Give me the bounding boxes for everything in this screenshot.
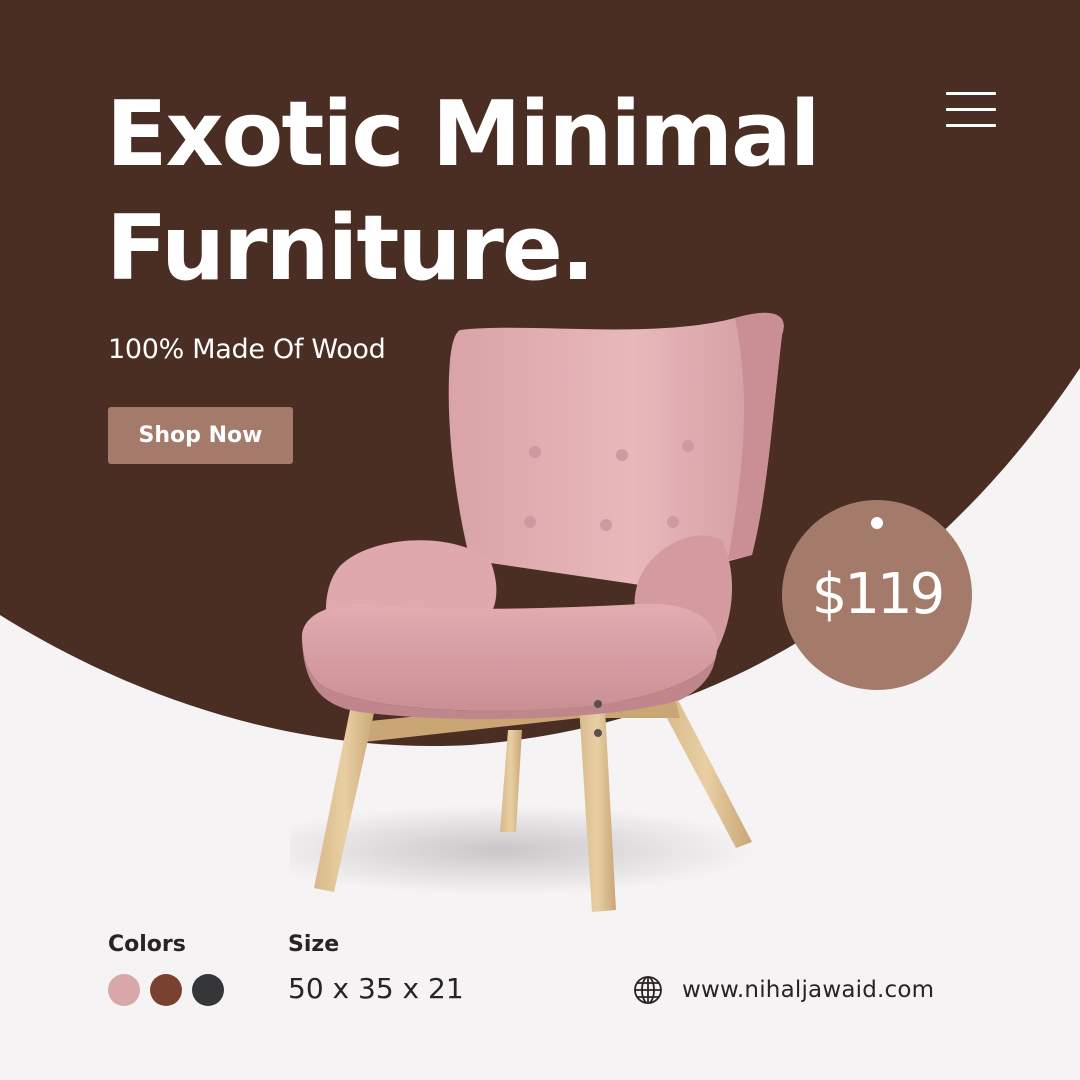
website-url: www.nihaljawaid.com: [682, 977, 935, 1003]
price-value: $119: [811, 562, 946, 627]
headline: Exotic Minimal Furniture.: [106, 78, 821, 306]
chair-image: [290, 312, 784, 912]
size-label: Size: [288, 932, 340, 957]
social-post-canvas: Exotic Minimal Furniture. 100% Made Of W…: [0, 0, 1080, 1080]
headline-line-1: Exotic Minimal: [106, 82, 821, 187]
website-link[interactable]: www.nihaljawaid.com: [632, 972, 934, 1008]
shop-now-button[interactable]: Shop Now: [108, 407, 293, 464]
price-tag: $119: [782, 500, 972, 690]
size-value: 50 x 35 x 21: [288, 972, 464, 1005]
color-swatch-brown[interactable]: [150, 974, 182, 1006]
hamburger-menu-icon[interactable]: [946, 90, 998, 130]
color-swatch-pink[interactable]: [108, 974, 140, 1006]
price-tag-hole: [871, 517, 883, 529]
colors-label: Colors: [108, 932, 186, 957]
globe-icon: [634, 976, 662, 1004]
chair-floor-shadow: [290, 805, 755, 895]
headline-line-2: Furniture.: [106, 196, 595, 301]
color-swatch-charcoal[interactable]: [192, 974, 224, 1006]
